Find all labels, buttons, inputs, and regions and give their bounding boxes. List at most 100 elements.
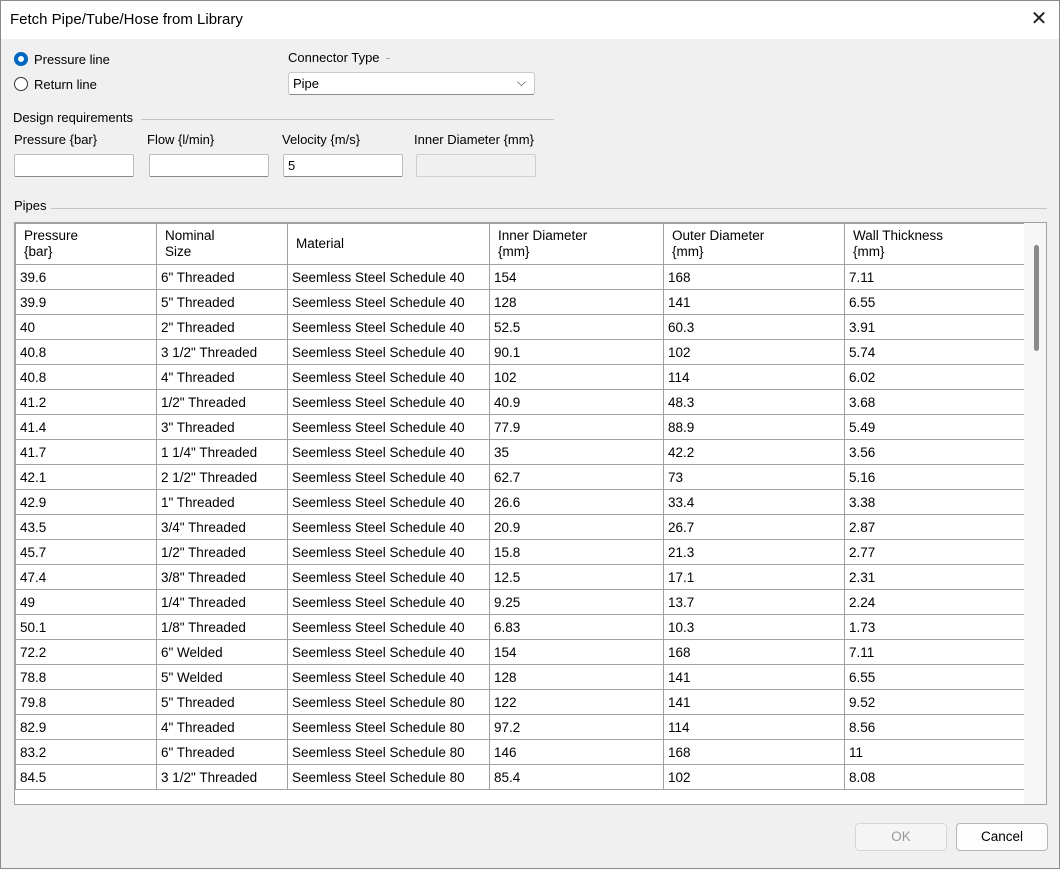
velocity-input[interactable]: 5 [283,154,403,177]
table-cell: 1/4" Threaded [156,589,288,615]
table-cell: 35 [489,439,664,465]
table-row[interactable]: 42.1 2 1/2" Threaded Seemless Steel Schedu… [15,464,1026,490]
table-row[interactable]: 41.7 1 1/4" Threaded Seemless Steel Schedu… [15,439,1026,465]
table-row[interactable]: 41.4 3" Threaded Seemless Steel Schedule 4… [15,414,1026,440]
table-row[interactable]: 82.9 4" Threaded Seemless Steel Schedule 8… [15,714,1026,740]
table-row[interactable]: 40 2" Threaded Seemless Steel Schedule 40 5… [15,314,1026,340]
table-cell: 17.1 [663,564,845,590]
table-cell: 141 [663,289,845,315]
table-cell: 42.2 [663,439,845,465]
pipes-table-container[interactable]: Pressure {bar} Nominal Size Material Inn… [14,222,1047,805]
scrollbar-thumb[interactable] [1034,245,1039,351]
return-line-radio[interactable] [14,77,28,91]
column-header-outer-diameter[interactable]: Outer Diameter {mm} [663,223,845,265]
column-header-material[interactable]: Material [287,223,490,265]
table-cell: Seemless Steel Schedule 40 [287,489,490,515]
flow-input[interactable] [149,154,269,177]
pressure-field-label: Pressure {bar} [14,132,98,147]
table-cell: 168 [663,639,845,665]
table-cell: 40.8 [15,364,157,390]
table-cell: 6.55 [844,664,1026,690]
table-cell: 1/2" Threaded [156,389,288,415]
table-row[interactable]: 79.8 5" Threaded Seemless Steel Schedule 8… [15,689,1026,715]
table-cell: Seemless Steel Schedule 40 [287,389,490,415]
flow-field-label: Flow {l/min} [147,132,215,147]
dialog-title: Fetch Pipe/Tube/Hose from Library [10,11,243,28]
table-cell: 6" Threaded [156,739,288,765]
table-cell: 3.68 [844,389,1026,415]
table-cell: 33.4 [663,489,845,515]
table-row[interactable]: 40.8 4" Threaded Seemless Steel Schedule 4… [15,364,1026,390]
table-cell: 82.9 [15,714,157,740]
table-row[interactable]: 49 1/4" Threaded Seemless Steel Schedule 4… [15,589,1026,615]
table-row[interactable]: 39.9 5" Threaded Seemless Steel Schedule 4… [15,289,1026,315]
ok-button[interactable]: OK [855,823,947,851]
table-cell: 122 [489,689,664,715]
table-cell: 3.56 [844,439,1026,465]
vertical-scrollbar[interactable] [1024,223,1046,804]
table-cell: Seemless Steel Schedule 40 [287,364,490,390]
table-cell: 90.1 [489,339,664,365]
pipes-group-label: Pipes [14,198,47,213]
connector-type-label: Connector Type [288,50,380,65]
table-cell: 43.5 [15,514,157,540]
table-cell: 62.7 [489,464,664,490]
table-row[interactable]: 50.1 1/8" Threaded Seemless Steel Schedule… [15,614,1026,640]
table-cell: Seemless Steel Schedule 40 [287,464,490,490]
pipes-table: Pressure {bar} Nominal Size Material Inn… [15,223,1026,790]
return-line-label[interactable]: Return line [34,77,97,92]
table-row[interactable]: 40.8 3 1/2" Threaded Seemless Steel Schedu… [15,339,1026,365]
chevron-down-icon: ⌵ [516,75,526,89]
inner-diameter-input [416,154,536,177]
table-cell: 128 [489,289,664,315]
design-requirements-label: Design requirements [13,110,133,125]
cancel-button[interactable]: Cancel [956,823,1048,851]
table-cell: 20.9 [489,514,664,540]
table-cell: 5" Welded [156,664,288,690]
table-cell: 97.2 [489,714,664,740]
table-row[interactable]: 39.6 6" Threaded Seemless Steel Schedule 4… [15,264,1026,290]
pressure-input[interactable] [14,154,134,177]
table-row[interactable]: 83.2 6" Threaded Seemless Steel Schedule 8… [15,739,1026,765]
table-cell: 5.49 [844,414,1026,440]
table-row[interactable]: 78.8 5" Welded Seemless Steel Schedule 40 1… [15,664,1026,690]
table-cell: 1/2" Threaded [156,539,288,565]
table-cell: 48.3 [663,389,845,415]
table-cell: 10.3 [663,614,845,640]
table-cell: Seemless Steel Schedule 40 [287,564,490,590]
table-row[interactable]: 45.7 1/2" Threaded Seemless Steel Schedule… [15,539,1026,565]
table-cell: 1" Threaded [156,489,288,515]
table-cell: 42.1 [15,464,157,490]
table-header-row: Pressure {bar} Nominal Size Material Inn… [15,223,1026,265]
pressure-line-radio[interactable] [14,52,28,66]
close-icon[interactable]: ✕ [1019,1,1059,39]
table-cell: 8.08 [844,764,1026,790]
table-cell: 2.31 [844,564,1026,590]
table-cell: 88.9 [663,414,845,440]
table-cell: Seemless Steel Schedule 40 [287,664,490,690]
table-cell: 45.7 [15,539,157,565]
column-header-inner-diameter[interactable]: Inner Diameter {mm} [489,223,664,265]
column-header-pressure[interactable]: Pressure {bar} [15,223,157,265]
connector-type-select[interactable]: Pipe ⌵ [288,72,535,95]
table-row[interactable]: 42.9 1" Threaded Seemless Steel Schedule 4… [15,489,1026,515]
table-cell: 73 [663,464,845,490]
table-cell: 3.38 [844,489,1026,515]
table-row[interactable]: 47.4 3/8" Threaded Seemless Steel Schedule… [15,564,1026,590]
connector-type-value: Pipe [293,76,320,91]
table-cell: 5.16 [844,464,1026,490]
pressure-line-label[interactable]: Pressure line [34,52,110,67]
column-header-wall-thickness[interactable]: Wall Thickness {mm} [844,223,1026,265]
table-row[interactable]: 41.2 1/2" Threaded Seemless Steel Schedule… [15,389,1026,415]
table-cell: 9.25 [489,589,664,615]
table-row[interactable]: 72.2 6" Welded Seemless Steel Schedule 40 1… [15,639,1026,665]
table-row[interactable]: 84.5 3 1/2" Threaded Seemless Steel Schedu… [15,764,1026,790]
table-cell: 85.4 [489,764,664,790]
table-cell: Seemless Steel Schedule 40 [287,539,490,565]
column-header-nominal-size[interactable]: Nominal Size [156,223,288,265]
table-cell: 102 [663,764,845,790]
design-requirements-divider [141,119,554,120]
velocity-field-label: Velocity {m/s} [282,132,361,147]
title-bar[interactable]: Fetch Pipe/Tube/Hose from Library ✕ [1,1,1059,39]
table-row[interactable]: 43.5 3/4" Threaded Seemless Steel Schedule… [15,514,1026,540]
